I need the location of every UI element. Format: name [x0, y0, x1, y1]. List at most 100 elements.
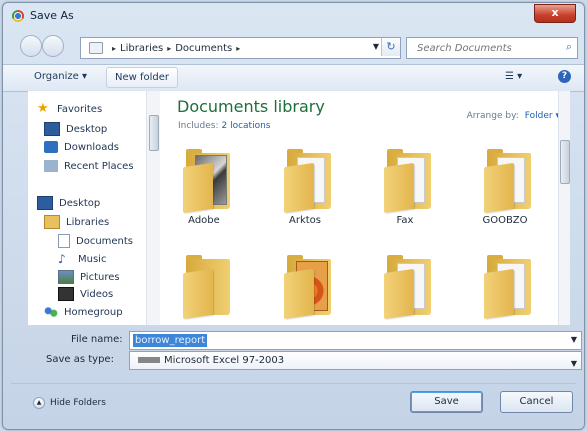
search-icon[interactable]: ⌕ [566, 40, 572, 54]
libraries-icon [44, 215, 60, 229]
downloads-icon [44, 141, 58, 153]
file-name-field[interactable]: borrow_report ▼ [129, 331, 582, 350]
sidebar-item-label: Downloads [64, 141, 119, 153]
folder-item[interactable]: Arktos [270, 149, 340, 241]
folder-name: Adobe [188, 215, 220, 226]
library-title: Documents library [177, 97, 325, 116]
search-box[interactable]: ⌕ [406, 37, 578, 59]
sidebar-item-desktop[interactable]: Desktop [44, 122, 107, 136]
sidebar-item-documents[interactable]: Documents [58, 234, 133, 248]
sidebar-item-pictures[interactable]: Pictures [58, 270, 120, 284]
save-button[interactable]: Save [410, 391, 483, 413]
file-list-scrollbar[interactable] [558, 91, 570, 325]
sidebar-item-label: Videos [80, 288, 114, 300]
scrollbar-thumb[interactable] [560, 140, 570, 184]
sidebar-item-label: Recent Places [64, 160, 134, 172]
arrange-label: Arrange by: [466, 111, 519, 121]
folder-item[interactable]: Fax [370, 149, 440, 241]
sidebar-item-homegroup[interactable]: Homegroup [44, 306, 123, 318]
hide-folders-toggle[interactable]: ▲ Hide Folders [33, 397, 106, 409]
sidebar-item-label: Desktop [59, 197, 101, 209]
sidebar-item-label: Music [78, 253, 107, 265]
sidebar-item-label: Pictures [80, 271, 120, 283]
folder-icon [183, 255, 230, 320]
chevron-down-icon[interactable]: ▼ [571, 335, 577, 344]
window-title: Save As [30, 9, 74, 22]
save-as-type-select[interactable]: Microsoft Excel 97-2003 ▼ [129, 351, 582, 370]
sidebar-item-label: Homegroup [64, 306, 123, 318]
folder-icon [484, 255, 531, 320]
scrollbar-thumb[interactable] [149, 115, 159, 151]
sidebar-item-label: Documents [76, 235, 134, 247]
music-icon: ♪ [58, 252, 66, 266]
sidebar-item-libraries[interactable]: Libraries [44, 215, 109, 229]
sidebar-item-music[interactable]: ♪ Music [58, 253, 106, 265]
navigation-pane-scrollbar[interactable] [146, 91, 160, 325]
chevron-down-icon[interactable]: ▼ [571, 355, 577, 372]
arrange-by-dropdown[interactable]: Folder ▾ [525, 111, 560, 121]
search-input[interactable] [415, 38, 559, 58]
new-folder-button[interactable]: New folder [106, 67, 179, 88]
view-options-button[interactable]: ☰ ▾ [505, 71, 522, 82]
file-list-pane: Documents library Includes: 2 locations A… [160, 91, 570, 325]
obscured-text [138, 357, 160, 363]
file-name-label: File name: [71, 334, 123, 345]
breadcrumb-separator: ▸ [167, 43, 172, 53]
sidebar-item-downloads[interactable]: Downloads [44, 141, 119, 153]
help-icon[interactable]: ? [558, 70, 571, 83]
breadcrumb-libraries[interactable]: Libraries [120, 43, 163, 54]
navigation-pane: ★ Favorites Desktop Downloads Recent Pla… [28, 91, 160, 325]
sidebar-item-label: Favorites [57, 103, 103, 115]
save-as-type-label: Save as type: [46, 354, 114, 365]
hide-folders-label: Hide Folders [50, 398, 106, 408]
desktop-icon [44, 122, 60, 136]
folder-icon [384, 255, 431, 320]
chevron-up-icon: ▲ [33, 397, 45, 409]
breadcrumb-documents[interactable]: Documents [175, 43, 232, 54]
videos-icon [58, 287, 74, 301]
folder-icon [384, 149, 431, 214]
folder-icon [183, 149, 230, 214]
documents-icon [58, 234, 70, 248]
sidebar-item-favorites[interactable]: ★ Favorites [37, 101, 103, 116]
star-icon: ★ [37, 101, 49, 116]
cancel-button[interactable]: Cancel [500, 391, 573, 413]
sidebar-item-desktop-root[interactable]: Desktop [37, 196, 100, 210]
recent-places-icon [44, 160, 58, 172]
breadcrumb-separator: ▸ [112, 43, 117, 53]
forward-button[interactable] [42, 35, 64, 57]
folder-name: Fax [396, 215, 414, 226]
sidebar-item-videos[interactable]: Videos [58, 287, 113, 301]
sidebar-item-label: Libraries [66, 216, 110, 228]
folder-icon [284, 149, 331, 214]
folder-item[interactable] [169, 255, 239, 325]
organize-button[interactable]: Organize ▾ [34, 71, 87, 82]
title-bar: Save As x [3, 3, 584, 29]
refresh-icon[interactable]: ↻ [381, 38, 400, 56]
close-button[interactable]: x [534, 4, 576, 23]
folder-name: GOOBZO [482, 215, 528, 226]
folder-item[interactable]: GOOBZO [470, 149, 540, 241]
chrome-app-icon [12, 10, 24, 22]
address-dropdown-icon[interactable]: ▼ [373, 42, 379, 51]
divider [11, 383, 576, 384]
folder-name: Arktos [289, 215, 321, 226]
file-name-value[interactable]: borrow_report [133, 334, 208, 347]
folder-item[interactable] [370, 255, 440, 325]
command-bar: Organize ▾ New folder ☰ ▾ ? [3, 64, 584, 92]
library-includes: Includes: 2 locations [178, 121, 270, 131]
locations-link[interactable]: 2 locations [221, 121, 270, 131]
folder-item[interactable]: Adobe [169, 149, 239, 241]
folder-item[interactable] [470, 255, 540, 325]
sidebar-item-recent-places[interactable]: Recent Places [44, 160, 134, 172]
save-as-type-value: Microsoft Excel 97-2003 [164, 355, 285, 366]
folder-icon [284, 255, 331, 320]
back-button[interactable] [20, 35, 42, 57]
pictures-icon [58, 270, 74, 284]
folder-icon [484, 149, 531, 214]
folder-item[interactable] [270, 255, 340, 325]
sidebar-item-label: Desktop [66, 123, 108, 135]
save-as-dialog: Save As x ▸ Libraries ▸ Documents ▸ ▼ ↻ … [2, 2, 585, 430]
address-bar[interactable]: ▸ Libraries ▸ Documents ▸ ▼ ↻ [80, 37, 401, 59]
folder-icon [89, 42, 103, 54]
